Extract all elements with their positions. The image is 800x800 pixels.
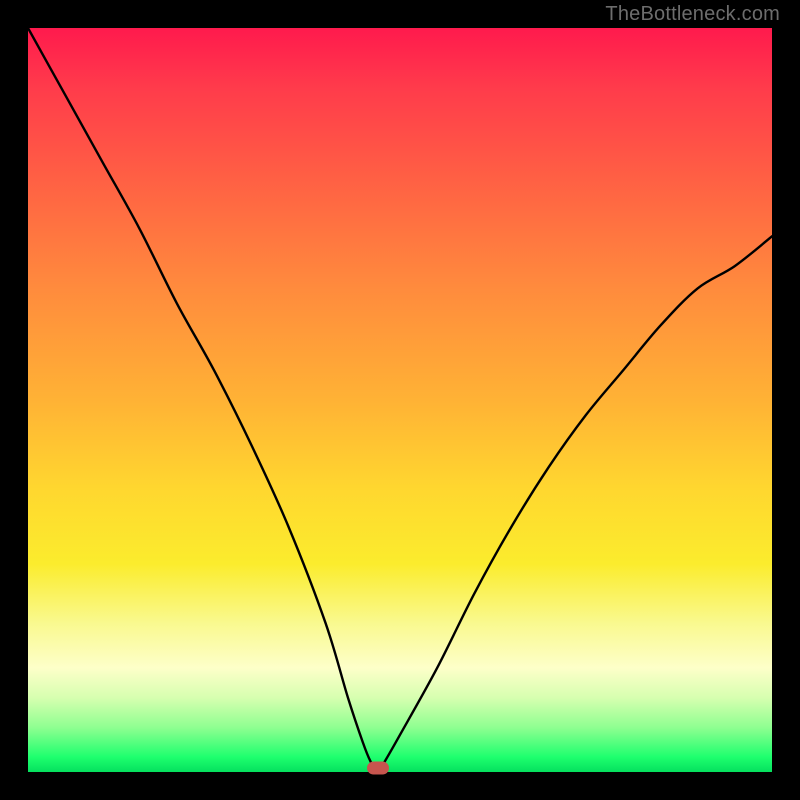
minimum-marker bbox=[367, 762, 389, 775]
chart-frame: TheBottleneck.com bbox=[0, 0, 800, 800]
watermark-text: TheBottleneck.com bbox=[605, 3, 780, 26]
bottleneck-curve bbox=[28, 28, 772, 772]
plot-area bbox=[28, 28, 772, 772]
